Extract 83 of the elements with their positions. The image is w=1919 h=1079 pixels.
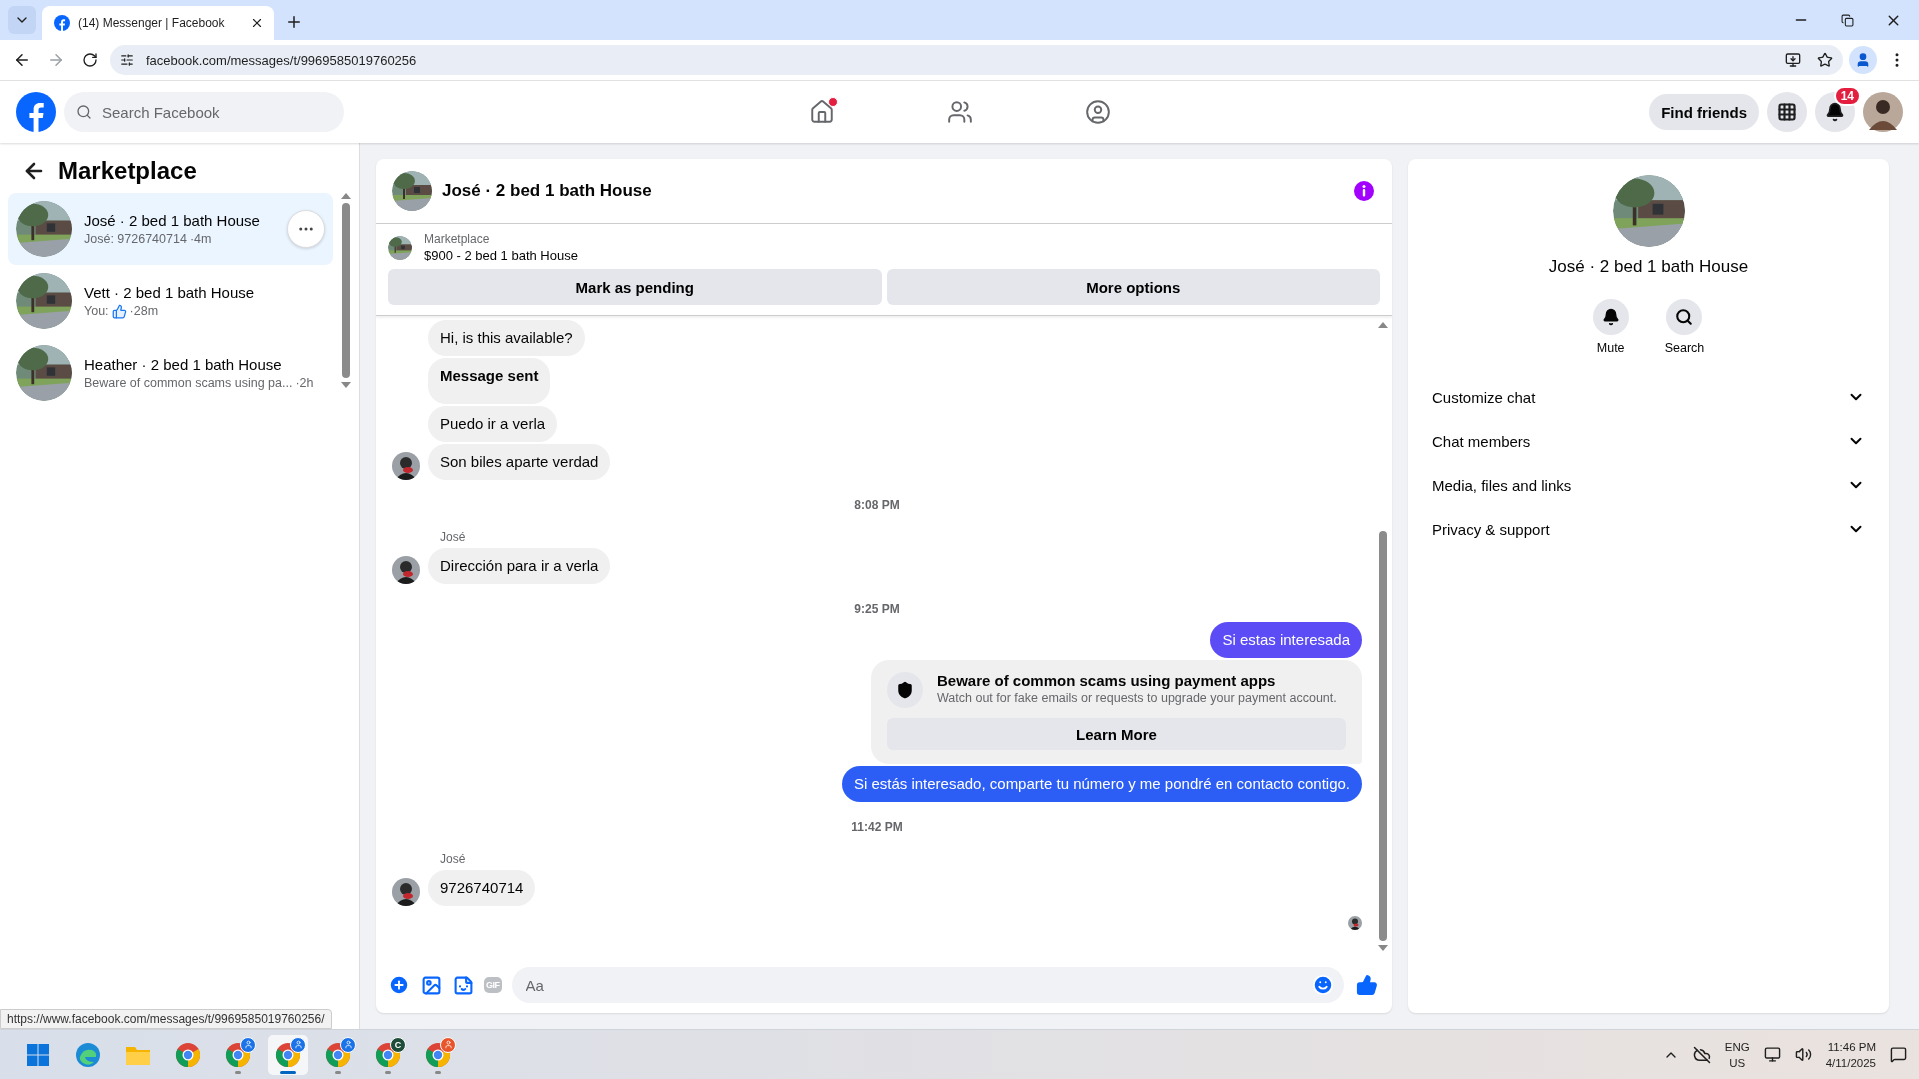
search-field[interactable]: Search Facebook xyxy=(64,92,344,132)
display-icon xyxy=(1763,1046,1781,1063)
photo-icon[interactable] xyxy=(420,974,442,996)
warning-text: Watch out for fake emails or requests to upgrade your payment account. xyxy=(937,691,1337,705)
learn-more-button[interactable]: Learn More xyxy=(887,718,1346,750)
section-title: Marketplace xyxy=(58,157,197,185)
message-bubble: Hi, is this available? xyxy=(428,320,585,356)
thumbs-up-icon[interactable] xyxy=(1354,972,1380,998)
message-preview: You: xyxy=(84,304,109,318)
clock[interactable]: 11:46 PM 4/11/2025 xyxy=(1825,1038,1876,1071)
bell-icon xyxy=(1601,308,1620,326)
edge-browser-icon xyxy=(75,1041,101,1068)
cloud-off-icon xyxy=(1692,1045,1711,1064)
user-circle-icon xyxy=(1084,99,1111,125)
message-bubble: Son biles aparte verdad xyxy=(428,444,611,480)
status-url: https://www.facebook.com/messages/t/9969585019760256/ xyxy=(0,1009,332,1029)
grid-icon xyxy=(1777,102,1797,122)
tab-list-button[interactable] xyxy=(8,6,36,34)
address-bar[interactable]: facebook.com/messages/t/9969585019760256 xyxy=(110,45,1843,75)
shield-icon xyxy=(887,672,923,708)
menu-button[interactable] xyxy=(1767,92,1807,132)
message-preview: José: 9726740714 xyxy=(84,232,187,246)
message-preview: Beware of common scams using pa... xyxy=(84,376,293,390)
message-bubble: Si estás interesado, comparte tu número y me pondré en contacto contigo. xyxy=(841,766,1362,802)
search-icon xyxy=(1675,308,1694,326)
message-bubble: Dirección para ir a verla xyxy=(428,548,611,584)
conversation-name: José · 2 bed 1 bath House xyxy=(1548,257,1749,277)
message-field[interactable]: Aa xyxy=(511,967,1344,1003)
sticker-icon[interactable] xyxy=(452,974,474,996)
conversation-title: José · 2 bed 1 bath House xyxy=(84,212,261,229)
chrome-browser-icon xyxy=(175,1041,201,1068)
people-icon xyxy=(946,99,973,125)
message-time: ·2h xyxy=(295,376,314,390)
browser-tab[interactable]: (14) Messenger | Facebook xyxy=(42,6,274,40)
input-language[interactable]: ENG US xyxy=(1724,1038,1750,1071)
thumbs-up-icon xyxy=(111,303,127,319)
emoji-icon[interactable] xyxy=(1312,974,1334,996)
listing-action-button[interactable]: Mark as pending xyxy=(388,269,882,305)
message-time: ·28m xyxy=(129,304,159,318)
profile-badge: C xyxy=(390,1036,406,1053)
message-bubble: Puedo ir a verla xyxy=(428,406,558,442)
taskbar-app[interactable] xyxy=(268,1034,308,1075)
conversation-item[interactable]: Heather · 2 bed 1 bath House Beware of common scams using pa... ·2h xyxy=(8,337,333,409)
profile-icon[interactable] xyxy=(1849,46,1877,74)
conversation-item[interactable]: Vett · 2 bed 1 bath House You: ·28m xyxy=(8,265,333,337)
timestamp: 8:08 PM xyxy=(853,498,901,512)
tab-title: (14) Messenger | Facebook xyxy=(78,16,226,30)
volume-icon xyxy=(1794,1046,1812,1063)
warning-title: Beware of common scams using payment apps xyxy=(937,672,1277,689)
sender-name: José xyxy=(439,852,466,866)
collapsible-section[interactable]: Chat members xyxy=(1424,419,1873,463)
notification-count: 14 xyxy=(1833,86,1861,106)
bell-icon xyxy=(1825,102,1845,122)
taskbar-app[interactable]: C xyxy=(368,1034,408,1075)
conversation-title: Heather · 2 bed 1 bath House xyxy=(84,356,283,373)
message-time: ·4m xyxy=(189,232,212,246)
notification-dot xyxy=(827,97,838,107)
listing-label: Marketplace xyxy=(424,232,491,246)
notification-center-icon xyxy=(1890,1046,1907,1063)
windows-logo-icon xyxy=(26,1042,50,1067)
conversation-title: Vett · 2 bed 1 bath House xyxy=(84,283,256,301)
message-input[interactable]: Aa xyxy=(523,975,1312,995)
collapsible-section[interactable]: Media, files and links xyxy=(1424,463,1873,507)
facebook-favicon-icon xyxy=(54,15,70,31)
add-icon[interactable] xyxy=(388,974,410,996)
facebook-logo[interactable] xyxy=(16,92,56,132)
message-bubble: 9726740714 xyxy=(428,870,536,906)
conversation-item[interactable]: José · 2 bed 1 bath House José: 9726740714 ·4m xyxy=(8,193,333,265)
chat-title: José · 2 bed 1 bath House xyxy=(442,181,653,201)
timestamp: 9:25 PM xyxy=(853,602,901,616)
home-icon xyxy=(808,99,835,125)
collapsible-section[interactable]: Customize chat xyxy=(1424,375,1873,419)
search-icon xyxy=(76,104,92,120)
find-friends-button[interactable]: Find friends xyxy=(1649,94,1759,130)
listing-summary: $900 - 2 bed 1 bath House xyxy=(424,248,578,263)
account-avatar[interactable] xyxy=(1863,92,1903,132)
sender-name: José xyxy=(439,530,466,544)
message-bubble: Si estas interesada xyxy=(1210,622,1362,658)
timestamp: 11:42 PM xyxy=(850,820,904,834)
listing-action-button[interactable]: More options xyxy=(886,269,1380,305)
collapsible-section[interactable]: Privacy & support xyxy=(1424,507,1873,551)
search-input[interactable]: Search Facebook xyxy=(100,102,332,122)
message-bubble: Message sent xyxy=(428,358,551,404)
